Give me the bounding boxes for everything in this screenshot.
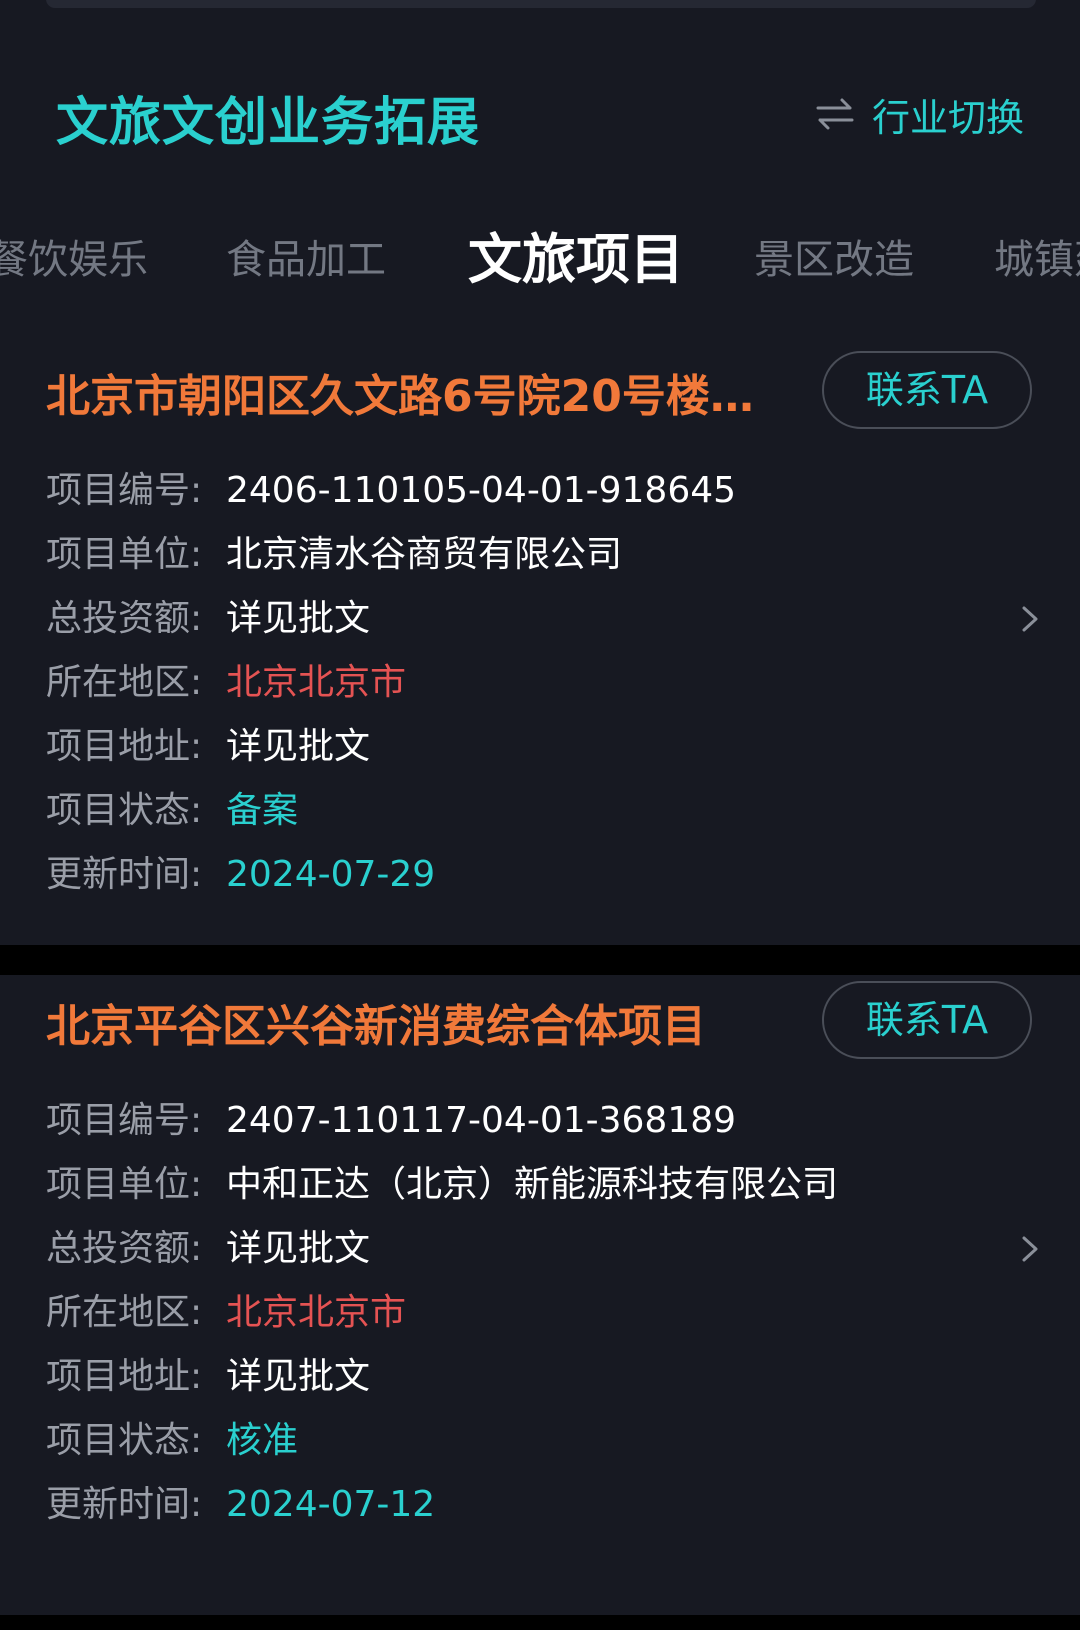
field-status: 项目状态: 核准 bbox=[46, 1413, 298, 1469]
chevron-right-icon[interactable] bbox=[1012, 602, 1046, 636]
field-value: 北京清水谷商贸有限公司 bbox=[226, 534, 623, 575]
industry-switch-button[interactable]: 行业切换 bbox=[816, 88, 1024, 140]
field-address: 项目地址: 详见批文 bbox=[46, 719, 370, 775]
tab-urban-construction[interactable]: 城镇建设 bbox=[994, 220, 1080, 300]
field-project-code: 项目编号: 2406-110105-04-01-918645 bbox=[46, 463, 736, 519]
field-project-unit: 项目单位: 北京清水谷商贸有限公司 bbox=[46, 527, 622, 583]
field-value: 2406-110105-04-01-918645 bbox=[226, 470, 737, 511]
field-value: 中和正达（北京）新能源科技有限公司 bbox=[226, 1164, 839, 1205]
category-tabs: 餐饮娱乐 食品加工 文旅项目 景区改造 城镇建设 bbox=[0, 220, 1080, 300]
status-value: 核准 bbox=[226, 1420, 299, 1461]
field-address: 项目地址: 详见批文 bbox=[46, 1349, 370, 1405]
field-label: 项目编号: bbox=[46, 470, 203, 511]
field-label: 项目单位: bbox=[46, 1164, 203, 1205]
field-value: 详见批文 bbox=[226, 1356, 371, 1397]
field-label: 项目状态: bbox=[46, 1420, 203, 1461]
tab-cultural-tourism[interactable]: 文旅项目 bbox=[468, 220, 684, 300]
field-value: 详见批文 bbox=[226, 1228, 371, 1269]
field-status: 项目状态: 备案 bbox=[46, 783, 298, 839]
contact-button[interactable]: 联系TA bbox=[822, 351, 1032, 429]
project-card[interactable]: 北京市朝阳区久文路6号院20号楼文化体育设施项目 联系TA 项目编号: 2406… bbox=[0, 345, 1080, 945]
updated-date-value: 2024-07-29 bbox=[226, 854, 436, 895]
field-label: 项目状态: bbox=[46, 790, 203, 831]
swap-arrows-icon bbox=[816, 98, 854, 130]
contact-button[interactable]: 联系TA bbox=[822, 981, 1032, 1059]
field-updated-time: 更新时间: 2024-07-29 bbox=[46, 847, 435, 903]
field-value: 北京北京市 bbox=[226, 1292, 407, 1333]
field-total-investment: 总投资额: 详见批文 bbox=[46, 1221, 370, 1277]
tab-dining-entertainment[interactable]: 餐饮娱乐 bbox=[0, 220, 148, 300]
field-label: 项目地址: bbox=[46, 726, 203, 767]
field-value: 2407-110117-04-01-368189 bbox=[226, 1100, 737, 1141]
field-label: 总投资额: bbox=[46, 598, 203, 639]
field-value: 详见批文 bbox=[226, 598, 371, 639]
field-label: 更新时间: bbox=[46, 1484, 203, 1525]
field-label: 项目编号: bbox=[46, 1100, 203, 1141]
project-title[interactable]: 北京平谷区兴谷新消费综合体项目 bbox=[46, 997, 766, 1057]
field-label: 更新时间: bbox=[46, 854, 203, 895]
field-label: 项目单位: bbox=[46, 534, 203, 575]
field-region: 所在地区: 北京北京市 bbox=[46, 655, 406, 711]
field-value: 北京北京市 bbox=[226, 662, 407, 703]
field-label: 总投资额: bbox=[46, 1228, 203, 1269]
header-section: 文旅文创业务拓展 行业切换 餐饮娱乐 食品加工 文旅项目 景区改造 城镇建设 北… bbox=[0, 0, 1080, 945]
field-updated-time: 更新时间: 2024-07-12 bbox=[46, 1477, 435, 1533]
chevron-right-icon[interactable] bbox=[1012, 1232, 1046, 1266]
search-bar-edge[interactable] bbox=[46, 0, 1036, 8]
field-label: 所在地区: bbox=[46, 662, 203, 703]
updated-date-value: 2024-07-12 bbox=[226, 1484, 436, 1525]
field-region: 所在地区: 北京北京市 bbox=[46, 1285, 406, 1341]
tab-food-processing[interactable]: 食品加工 bbox=[226, 220, 386, 300]
field-total-investment: 总投资额: 详见批文 bbox=[46, 591, 370, 647]
field-project-unit: 项目单位: 中和正达（北京）新能源科技有限公司 bbox=[46, 1157, 838, 1213]
field-value: 详见批文 bbox=[226, 726, 371, 767]
tab-scenic-renovation[interactable]: 景区改造 bbox=[754, 220, 914, 300]
project-title[interactable]: 北京市朝阳区久文路6号院20号楼文化体育设施项目 bbox=[46, 367, 766, 427]
project-card[interactable]: 北京平谷区兴谷新消费综合体项目 联系TA 项目编号: 2407-110117-0… bbox=[0, 975, 1080, 1615]
field-label: 项目地址: bbox=[46, 1356, 203, 1397]
field-project-code: 项目编号: 2407-110117-04-01-368189 bbox=[46, 1093, 736, 1149]
industry-switch-label: 行业切换 bbox=[872, 95, 1025, 140]
status-value: 备案 bbox=[226, 790, 299, 831]
page-title: 文旅文创业务拓展 bbox=[56, 93, 481, 153]
field-label: 所在地区: bbox=[46, 1292, 203, 1333]
